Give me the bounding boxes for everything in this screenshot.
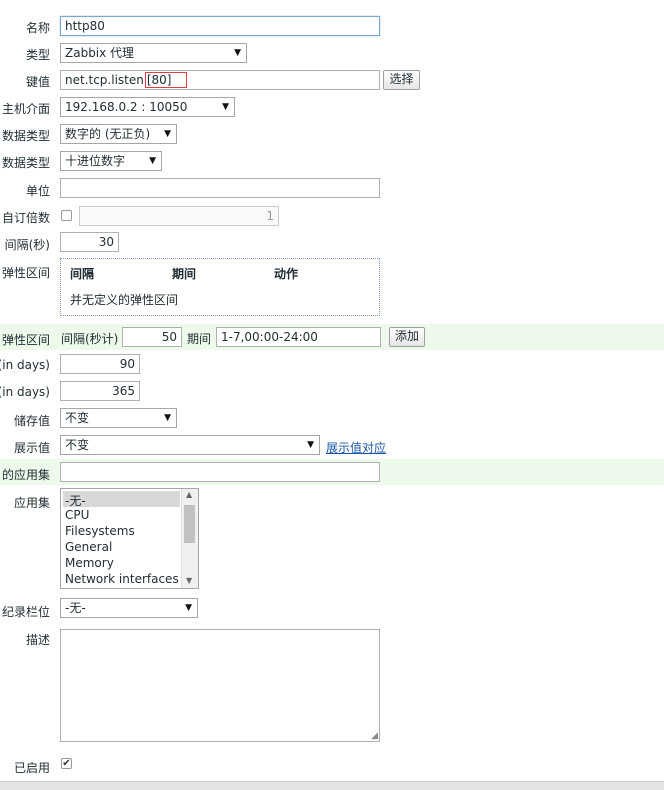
- multiplier-input[interactable]: 1: [79, 206, 279, 226]
- update-interval-label: 间隔(秒): [4, 238, 50, 252]
- multiplier-label: 自订倍数: [1, 211, 50, 225]
- info-type-select[interactable]: 数字的 (无正负) ▼: [60, 124, 177, 144]
- key-value-highlight: [80]: [144, 72, 187, 88]
- store-value-label: 储存值: [13, 414, 50, 428]
- chevron-down-icon: ▼: [164, 129, 171, 139]
- resize-handle-icon[interactable]: ◢: [371, 731, 378, 741]
- chevron-down-icon: ▼: [149, 156, 156, 166]
- data-type-select[interactable]: 十进位数字 ▼: [60, 151, 162, 171]
- add-flex-button[interactable]: 添加: [389, 327, 425, 347]
- flex-header-interval: 间隔: [70, 267, 95, 281]
- chevron-down-icon: ▼: [185, 603, 192, 613]
- scrollbar-thumb[interactable]: [184, 505, 195, 543]
- key-select-button[interactable]: 选择: [383, 70, 420, 90]
- list-item[interactable]: Filesystems: [65, 524, 135, 538]
- data-type-value: 十进位数字: [65, 154, 126, 168]
- history-label: (in days): [0, 358, 50, 372]
- new-flex-period-label: 期间: [187, 332, 212, 346]
- list-item[interactable]: CPU: [65, 508, 89, 522]
- name-input[interactable]: http80: [60, 16, 380, 36]
- flex-intervals-table: 间隔 期间 动作 并无定义的弹性区间: [60, 258, 380, 316]
- applications-scrollbar[interactable]: ▲ ▼: [181, 489, 198, 588]
- value-mapping-link[interactable]: 展示值对应: [326, 439, 386, 456]
- list-item[interactable]: General: [65, 540, 112, 554]
- units-input[interactable]: [60, 178, 380, 198]
- chevron-down-icon: ▼: [234, 48, 241, 58]
- key-label: 键值: [25, 75, 50, 89]
- type-select[interactable]: Zabbix 代理 ▼: [60, 43, 247, 63]
- multiplier-checkbox[interactable]: [61, 210, 72, 221]
- info-type-label: 数据类型: [1, 129, 50, 143]
- flex-intervals-label: 弹性区间: [1, 266, 50, 280]
- info-type-value: 数字的 (无正负): [65, 127, 151, 141]
- trends-input[interactable]: 365: [60, 381, 140, 401]
- key-value-prefix: net.tcp.listen: [65, 73, 144, 87]
- chevron-down-icon: ▼: [307, 440, 314, 450]
- host-interface-label: 主机介面: [1, 102, 50, 116]
- enabled-label: 已启用: [13, 761, 50, 775]
- units-label: 单位: [25, 184, 50, 198]
- history-input[interactable]: 90: [60, 354, 140, 374]
- chevron-down-icon: ▼: [222, 102, 229, 112]
- trends-label: (in days): [0, 385, 50, 399]
- flex-header-period: 期间: [172, 267, 197, 281]
- data-type-label: 数据类型: [1, 156, 50, 170]
- flex-header-action: 动作: [274, 267, 299, 281]
- type-select-value: Zabbix 代理: [65, 46, 135, 60]
- key-input[interactable]: net.tcp.listen [80]: [60, 70, 380, 90]
- new-flex-interval-label: 间隔(秒计): [61, 332, 119, 346]
- new-application-input[interactable]: [60, 462, 380, 482]
- update-interval-input[interactable]: 30: [60, 232, 119, 252]
- type-label: 类型: [25, 48, 50, 62]
- flex-empty-text: 并无定义的弹性区间: [70, 293, 179, 307]
- chevron-down-icon: ▼: [164, 413, 171, 423]
- inventory-field-select[interactable]: -无- ▼: [60, 598, 198, 618]
- enabled-checkbox[interactable]: ✔: [61, 758, 72, 769]
- list-item[interactable]: -无-: [65, 492, 86, 509]
- show-value-value: 不变: [65, 438, 90, 452]
- inventory-field-value: -无-: [65, 601, 86, 615]
- new-application-label: 的应用集: [1, 468, 50, 482]
- host-interface-value: 192.168.0.2 : 10050: [65, 100, 188, 114]
- new-flex-interval-input[interactable]: 50: [122, 327, 182, 347]
- scroll-down-icon[interactable]: ▼: [186, 576, 192, 585]
- scroll-up-icon[interactable]: ▲: [186, 490, 192, 499]
- list-item[interactable]: Network interfaces: [65, 572, 179, 586]
- description-label: 描述: [25, 633, 50, 647]
- store-value-select[interactable]: 不变 ▼: [60, 408, 177, 428]
- new-flex-label: 弹性区间: [1, 333, 50, 347]
- applications-listbox[interactable]: -无- CPU Filesystems General Memory Netwo…: [60, 488, 199, 589]
- show-value-select[interactable]: 不变 ▼: [60, 435, 320, 455]
- name-label: 名称: [25, 21, 50, 35]
- list-item[interactable]: Memory: [65, 556, 114, 570]
- show-value-label: 展示值: [13, 441, 50, 455]
- applications-label: 应用集: [13, 496, 50, 510]
- new-flex-period-input[interactable]: 1-7,00:00-24:00: [216, 327, 381, 347]
- host-interface-select[interactable]: 192.168.0.2 : 10050 ▼: [60, 97, 235, 117]
- inventory-field-label: 纪录栏位: [1, 605, 50, 619]
- store-value-value: 不变: [65, 411, 90, 425]
- description-textarea[interactable]: ◢: [60, 629, 380, 742]
